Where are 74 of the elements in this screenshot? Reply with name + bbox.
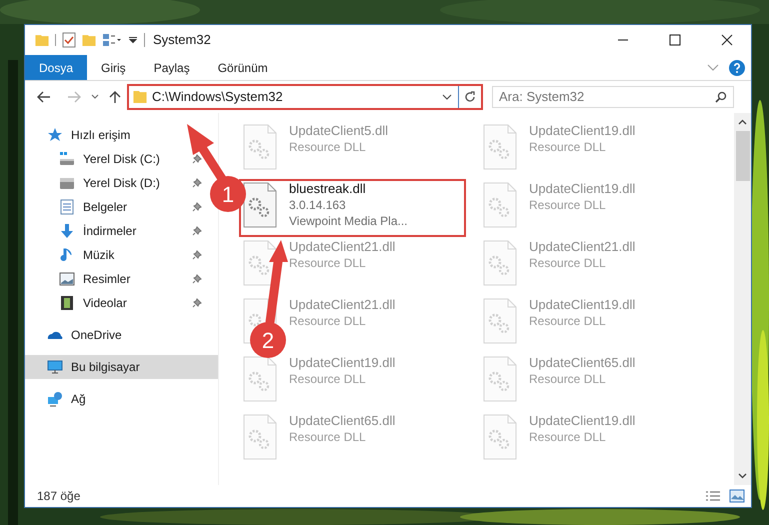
network-icon xyxy=(47,391,63,407)
nav-item[interactable]: Belgeler xyxy=(59,198,128,216)
file-detail: Resource DLL xyxy=(289,139,367,155)
pin-icon[interactable] xyxy=(192,250,202,260)
star-icon xyxy=(47,127,63,143)
ribbon-tab[interactable]: Giriş xyxy=(87,55,140,80)
file-detail: Resource DLL xyxy=(289,313,367,329)
file-detail: Resource DLL xyxy=(289,371,367,387)
item-count: 187 öğe xyxy=(37,488,80,505)
pin-icon[interactable] xyxy=(192,178,202,188)
nav-item[interactable]: İndirmeler xyxy=(59,222,136,240)
file-detail: Resource DLL xyxy=(529,429,607,445)
pin-icon[interactable] xyxy=(192,154,202,164)
dropdown-icon[interactable] xyxy=(442,94,452,100)
nav-label: Bu bilgisayar xyxy=(71,359,140,376)
file-detail: Resource DLL xyxy=(289,255,367,271)
refresh-icon[interactable] xyxy=(464,91,476,103)
nav-item[interactable]: Resimler xyxy=(59,270,130,288)
file-name: bluestreak.dll xyxy=(289,181,367,197)
nav-item[interactable]: Videolar xyxy=(59,294,127,312)
file-detail: Resource DLL xyxy=(529,197,607,213)
pictures-icon xyxy=(59,271,75,287)
dropdown-icon[interactable] xyxy=(128,36,138,44)
file-detail: Resource DLL xyxy=(289,429,367,445)
folder-icon xyxy=(133,91,147,103)
pin-icon[interactable] xyxy=(192,226,202,236)
nav-item[interactable]: Yerel Disk (D:) xyxy=(59,174,160,192)
pin-icon[interactable] xyxy=(192,202,202,212)
file-detail: Resource DLL xyxy=(529,313,607,329)
system-drive-icon xyxy=(59,151,75,167)
nav-item[interactable]: Ağ xyxy=(47,390,86,408)
scroll-thumb[interactable] xyxy=(736,131,750,181)
chevron-down-icon[interactable] xyxy=(707,64,719,72)
maximize-icon[interactable] xyxy=(669,34,681,46)
view-menu-icon[interactable] xyxy=(102,33,122,47)
up-arrow-icon[interactable] xyxy=(109,90,121,104)
help-icon[interactable] xyxy=(729,60,745,76)
nav-item[interactable]: Müzik xyxy=(59,246,114,264)
videos-icon xyxy=(59,295,75,311)
ribbon-tab[interactable]: Dosya xyxy=(25,55,88,80)
cloud-icon xyxy=(47,330,63,340)
close-icon[interactable] xyxy=(721,34,733,46)
scrollbar[interactable] xyxy=(734,113,751,485)
scroll-up-icon[interactable] xyxy=(738,119,747,125)
search-field[interactable]: Ara: System32 xyxy=(492,86,734,108)
file-detail: Resource DLL xyxy=(529,255,607,271)
pin-icon[interactable] xyxy=(192,298,202,308)
downloads-icon xyxy=(59,223,75,239)
file-detail: Resource DLL xyxy=(529,139,607,155)
minimize-icon[interactable] xyxy=(617,39,629,41)
ribbon-tab[interactable]: Paylaş xyxy=(140,55,204,80)
window-title: System32 xyxy=(153,31,211,50)
address-path: C:\Windows\System32 xyxy=(152,88,283,106)
file-detail: Viewpoint Media Pla... xyxy=(289,213,408,229)
search-input[interactable]: Ara: System32 xyxy=(499,87,715,107)
pin-icon[interactable] xyxy=(192,274,202,284)
drive-icon xyxy=(59,175,75,191)
large-icons-view-icon[interactable] xyxy=(729,489,745,503)
file-detail: Resource DLL xyxy=(529,371,607,387)
documents-icon xyxy=(59,199,75,215)
file-detail: 3.0.14.163 xyxy=(289,197,347,213)
nav-item[interactable]: OneDrive xyxy=(47,326,122,344)
computer-icon xyxy=(47,359,63,375)
scroll-down-icon[interactable] xyxy=(738,473,747,479)
recent-dropdown-icon[interactable] xyxy=(91,94,99,100)
nav-item[interactable]: Hızlı erişim xyxy=(47,126,130,144)
ribbon-tab[interactable]: Görünüm xyxy=(204,55,282,80)
nav-item[interactable]: Bu bilgisayar xyxy=(25,355,218,379)
search-icon[interactable] xyxy=(715,91,727,103)
back-arrow-icon[interactable] xyxy=(37,91,51,103)
checkmark-icon[interactable] xyxy=(62,32,76,48)
details-view-icon[interactable] xyxy=(705,491,721,501)
nav-item[interactable]: Yerel Disk (C:) xyxy=(59,150,160,168)
address-bar[interactable]: C:\Windows\System32 xyxy=(127,84,483,110)
